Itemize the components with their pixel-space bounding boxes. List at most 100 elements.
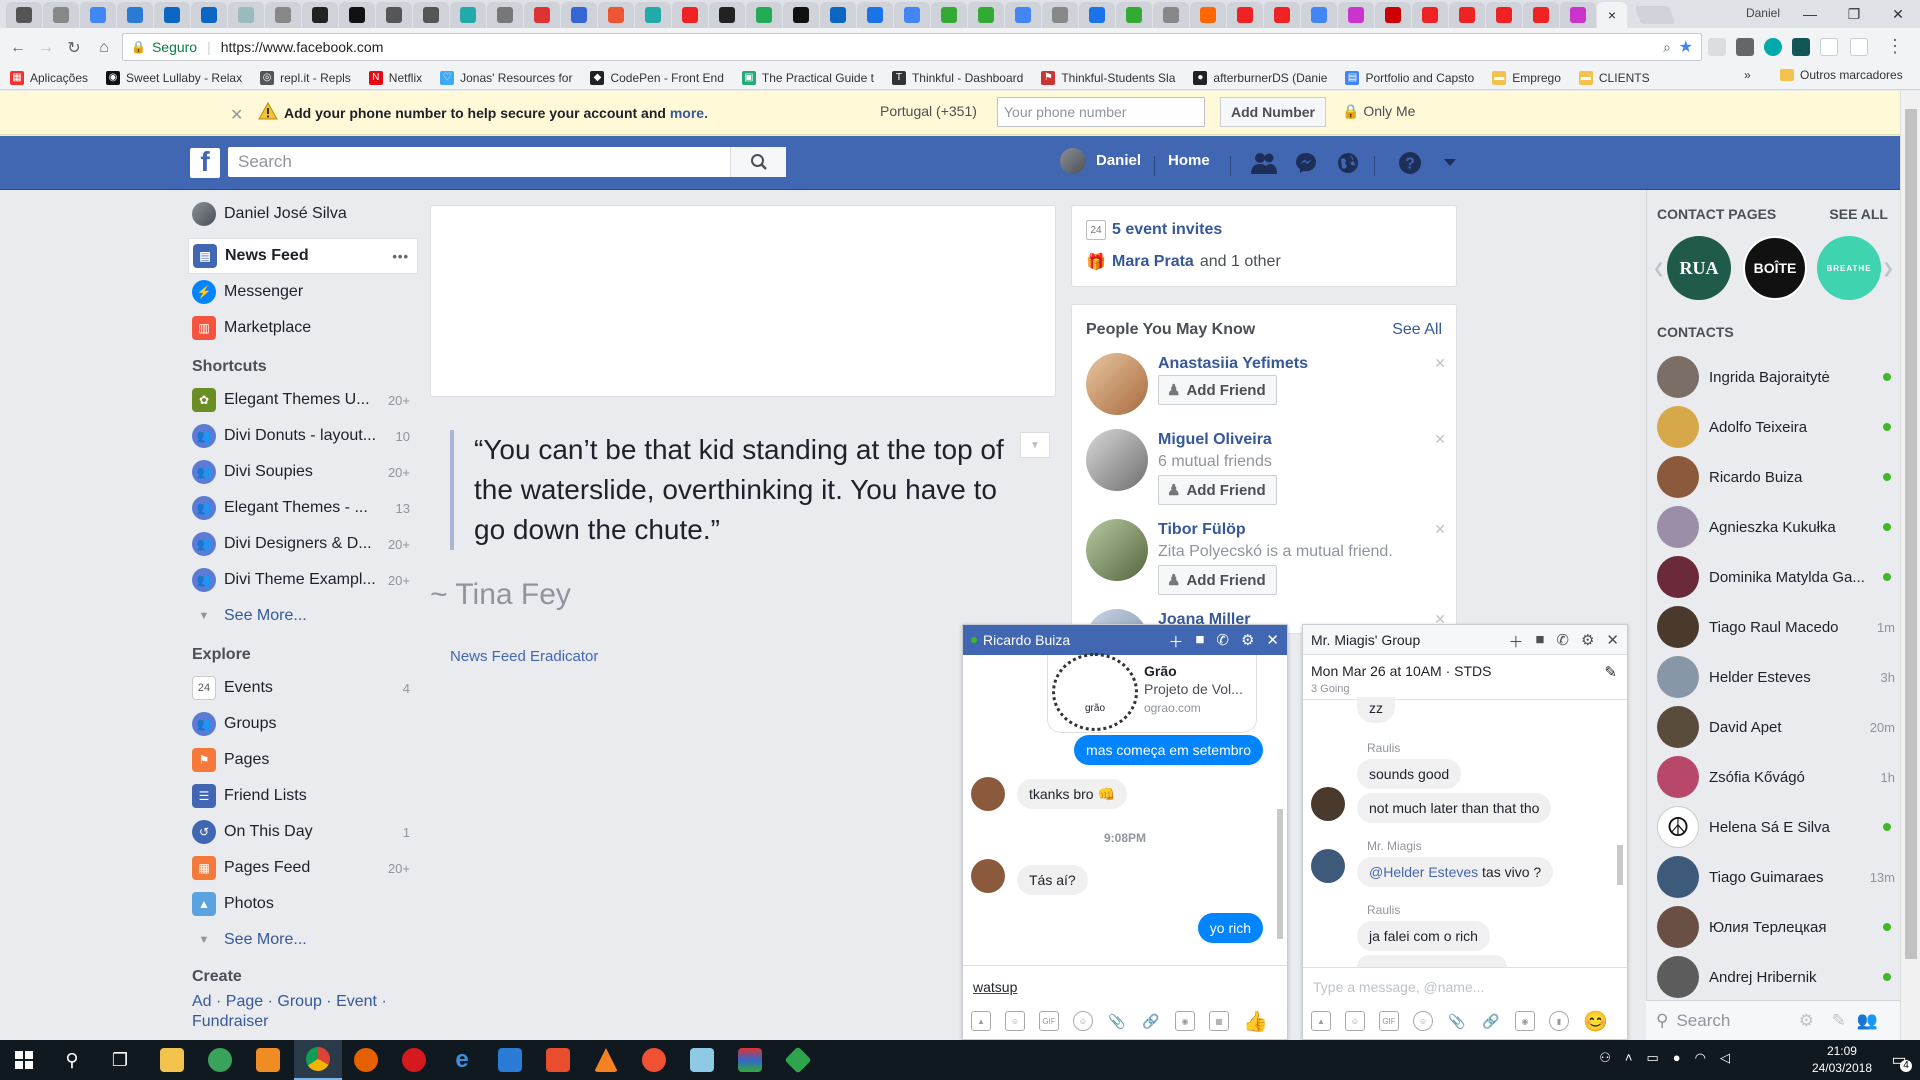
chevron-left-icon[interactable]: ❮ bbox=[1653, 260, 1665, 277]
vscode-icon[interactable] bbox=[486, 1040, 534, 1080]
bookmark-item[interactable]: ▬ CLIENTS bbox=[1578, 70, 1650, 85]
browser-tab[interactable] bbox=[1079, 2, 1115, 28]
bookmark-item[interactable]: ◉ Sweet Lullaby - Relax bbox=[106, 70, 242, 85]
messenger-icon[interactable] bbox=[1292, 149, 1320, 177]
profile-link[interactable]: Daniel bbox=[1096, 152, 1141, 169]
facebook-logo-icon[interactable]: f bbox=[190, 146, 220, 178]
scrollbar-thumb[interactable] bbox=[1905, 109, 1917, 959]
browser-tab[interactable] bbox=[894, 2, 930, 28]
link-icon[interactable]: 🔗 bbox=[1141, 1011, 1161, 1031]
bookmark-item[interactable]: ▦ Aplicações bbox=[10, 70, 88, 85]
facebook-search-input[interactable]: Search bbox=[228, 147, 786, 177]
bookmarks-overflow[interactable]: » bbox=[1744, 68, 1751, 82]
phone-icon[interactable]: ✆ bbox=[1216, 631, 1229, 652]
add-group-icon[interactable]: 👥 bbox=[1857, 1011, 1878, 1031]
search-button[interactable] bbox=[730, 147, 786, 177]
explore-item-photos[interactable]: ▲ Photos bbox=[188, 886, 418, 922]
link-preview-card[interactable]: grão Grão Projeto de Vol... ograo.com bbox=[1047, 653, 1257, 733]
battery-icon[interactable]: ▭ bbox=[1647, 1050, 1659, 1066]
browser-tab[interactable] bbox=[413, 2, 449, 28]
contact-row[interactable]: Tiago Guimaraes 13m bbox=[1657, 852, 1895, 902]
phone-input[interactable]: Your phone number bbox=[997, 97, 1205, 127]
opera-icon[interactable] bbox=[390, 1040, 438, 1080]
avatar[interactable] bbox=[1086, 429, 1148, 491]
like-thumb-icon[interactable]: 👍 bbox=[1243, 1009, 1268, 1034]
sublime-icon[interactable] bbox=[244, 1040, 292, 1080]
create-event-link[interactable]: Event bbox=[336, 993, 377, 1010]
browser-tab[interactable] bbox=[339, 2, 375, 28]
contact-row[interactable]: Andrej Hribernik bbox=[1657, 952, 1895, 1002]
news-feed-eradicator-link[interactable]: News Feed Eradicator bbox=[450, 648, 598, 665]
attachment-icon[interactable]: 📎 bbox=[1107, 1011, 1127, 1031]
create-page-link[interactable]: Page bbox=[226, 993, 263, 1010]
page-avatar-boite[interactable]: BOÎTE bbox=[1743, 236, 1807, 300]
browser-tab[interactable] bbox=[1190, 2, 1226, 28]
add-friend-button[interactable]: ♟ Add Friend bbox=[1158, 375, 1277, 405]
bookmark-star-icon[interactable]: ★ bbox=[1679, 37, 1693, 57]
app-icon[interactable] bbox=[678, 1040, 726, 1080]
profile-link[interactable]: Daniel José Silva bbox=[188, 196, 418, 232]
explore-item-events[interactable]: 24 Events 4 bbox=[188, 670, 418, 706]
page-scrollbar[interactable] bbox=[1900, 91, 1920, 1040]
message-input[interactable]: Type a message, @name... bbox=[1303, 979, 1627, 1009]
extension-icon[interactable] bbox=[1792, 38, 1810, 56]
attachment-icon[interactable]: 📎 bbox=[1447, 1011, 1467, 1031]
back-icon[interactable]: ← bbox=[6, 36, 30, 60]
browser-tab[interactable] bbox=[265, 2, 301, 28]
create-ad-link[interactable]: Ad bbox=[192, 993, 212, 1010]
post-composer[interactable] bbox=[430, 205, 1056, 397]
shortcut-item[interactable]: 👥 Divi Donuts - layout... 10 bbox=[188, 418, 418, 454]
close-window-button[interactable]: ✕ bbox=[1876, 0, 1920, 28]
bookmark-item[interactable]: ● afterburnerDS (Danie bbox=[1193, 70, 1327, 85]
add-friend-button[interactable]: ♟ Add Friend bbox=[1158, 565, 1277, 595]
shortcut-item[interactable]: 👥 Elegant Themes - ... 13 bbox=[188, 490, 418, 526]
help-icon[interactable]: ? bbox=[1396, 149, 1424, 177]
photo-icon[interactable]: ▲ bbox=[1311, 1011, 1331, 1031]
url-text[interactable]: https://www.facebook.com bbox=[221, 39, 384, 55]
chat-title[interactable]: Mr. Miagis' Group bbox=[1311, 632, 1420, 648]
chat-header[interactable]: Mr. Miagis' Group ＋ ■ ✆ ⚙ ✕ bbox=[1303, 625, 1627, 655]
home-icon[interactable]: ⌂ bbox=[92, 36, 116, 60]
avatar[interactable] bbox=[1086, 519, 1148, 581]
browser-tab[interactable] bbox=[43, 2, 79, 28]
firefox-icon[interactable] bbox=[342, 1040, 390, 1080]
more-options-icon[interactable]: ••• bbox=[392, 249, 409, 264]
app-icon[interactable] bbox=[196, 1040, 244, 1080]
window-user-label[interactable]: Daniel bbox=[1746, 6, 1780, 20]
close-icon[interactable]: ✕ bbox=[1606, 631, 1619, 652]
close-icon[interactable]: ✕ bbox=[1434, 521, 1446, 538]
pymk-see-all-link[interactable]: See All bbox=[1392, 321, 1442, 339]
sticker-icon[interactable]: ☺ bbox=[1005, 1011, 1025, 1031]
nav-item-marketplace[interactable]: ▥ Marketplace bbox=[188, 310, 418, 346]
minimize-button[interactable]: — bbox=[1788, 0, 1832, 28]
other-bookmarks[interactable]: Outros marcadores bbox=[1780, 68, 1903, 82]
bookmark-item[interactable]: ◎ repl.it - Repls bbox=[260, 70, 351, 85]
create-fundraiser-link[interactable]: Fundraiser bbox=[192, 1013, 268, 1030]
browser-tab[interactable] bbox=[524, 2, 560, 28]
browser-tab[interactable] bbox=[931, 2, 967, 28]
home-link[interactable]: Home bbox=[1168, 152, 1210, 169]
see-more-explore[interactable]: ▼ See More... bbox=[188, 922, 418, 958]
add-person-icon[interactable]: ＋ bbox=[1168, 631, 1183, 652]
browser-tab[interactable] bbox=[487, 2, 523, 28]
video-call-icon[interactable]: ■ bbox=[1535, 631, 1544, 652]
forward-icon[interactable]: → bbox=[34, 36, 58, 60]
browser-tab[interactable] bbox=[709, 2, 745, 28]
contact-row[interactable]: Юлия Терлецкая bbox=[1657, 902, 1895, 952]
privacy-selector[interactable]: 🔒 Only Me bbox=[1342, 103, 1415, 120]
close-icon[interactable]: ✕ bbox=[1434, 431, 1446, 448]
close-icon[interactable]: ✕ bbox=[1266, 631, 1279, 652]
birthday-row[interactable]: 🎁 Mara Prata and 1 other bbox=[1086, 252, 1281, 272]
close-icon[interactable]: ✕ bbox=[230, 105, 243, 125]
browser-tab[interactable] bbox=[80, 2, 116, 28]
app-icon[interactable] bbox=[726, 1040, 774, 1080]
event-invites-row[interactable]: 24 5 event invites bbox=[1086, 220, 1228, 240]
pencil-icon[interactable]: ✎ bbox=[1604, 663, 1617, 681]
emoji-reaction-icon[interactable]: 😊 bbox=[1583, 1009, 1608, 1034]
explore-item-friend-lists[interactable]: ☰ Friend Lists bbox=[188, 778, 418, 814]
contact-row[interactable]: Adolfo Teixeira bbox=[1657, 402, 1895, 452]
contact-row[interactable]: Ricardo Buiza bbox=[1657, 452, 1895, 502]
people-icon[interactable]: ⚇ bbox=[1599, 1050, 1611, 1066]
gif-icon[interactable]: GIF bbox=[1039, 1011, 1059, 1031]
browser-tab[interactable] bbox=[1227, 2, 1263, 28]
